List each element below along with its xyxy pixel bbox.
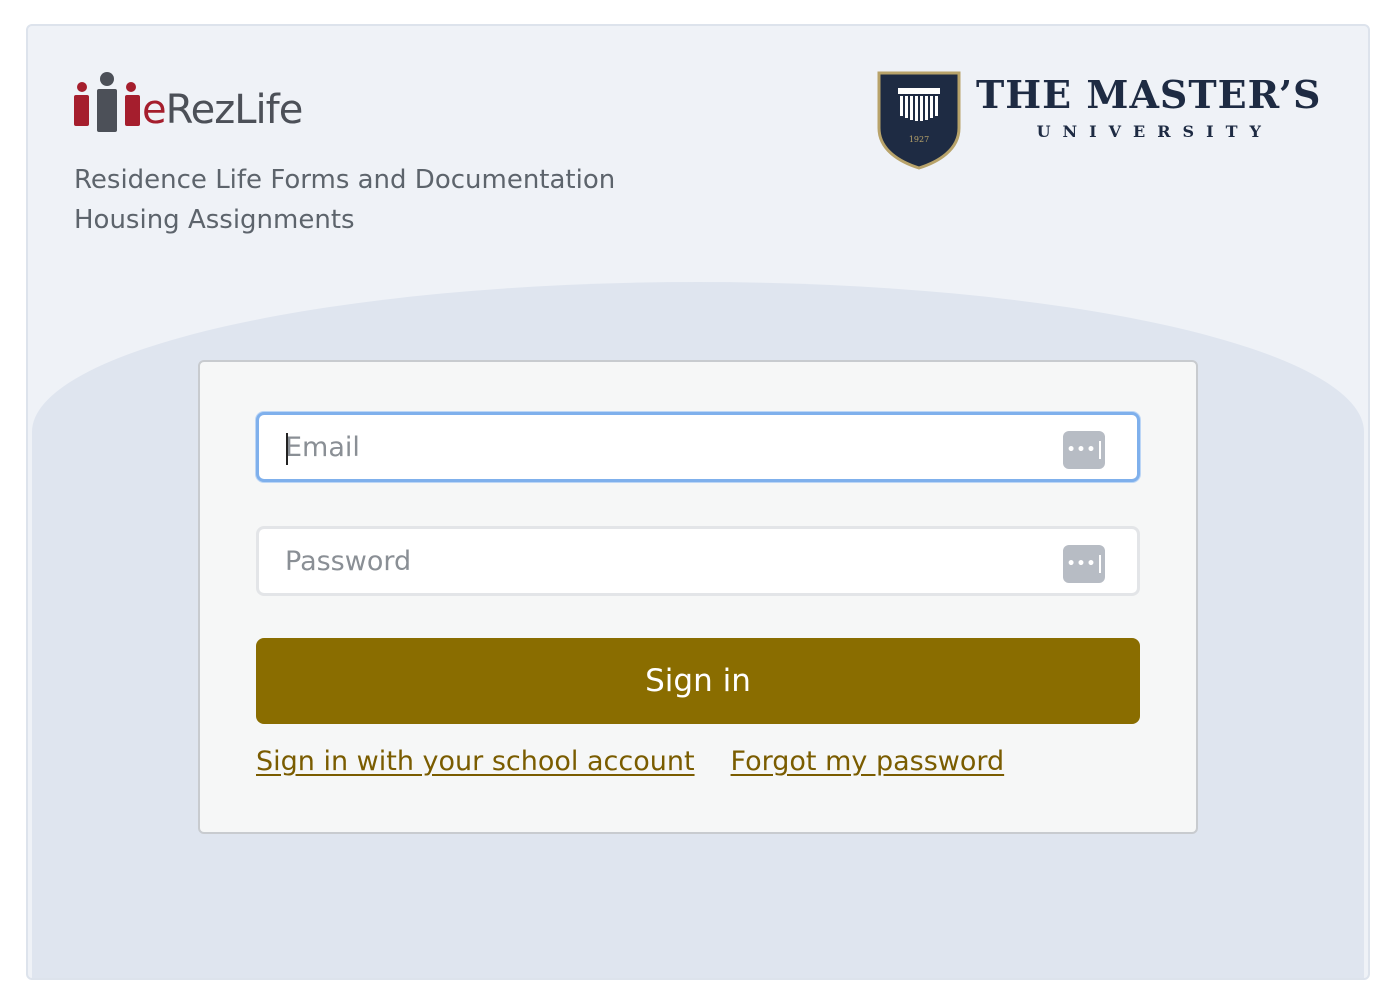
password-field-wrapper: ••• <box>256 526 1140 596</box>
login-card: ••• ••• Sign in Sign in with your school… <box>198 360 1198 834</box>
crest-year: 1927 <box>909 135 929 144</box>
brand-wordmark: eRezLife <box>142 87 304 133</box>
university-crest-icon: 1927 <box>877 71 961 170</box>
brand-wordmark-prefix: e <box>142 87 167 133</box>
sign-in-button[interactable]: Sign in <box>256 638 1140 724</box>
people-logo-icon <box>74 72 140 132</box>
forgot-password-link[interactable]: Forgot my password <box>731 746 1005 777</box>
password-input[interactable] <box>259 529 1137 593</box>
school-account-link[interactable]: Sign in with your school account <box>256 746 695 777</box>
university-logo: 1927 THE MASTER’S UNIVERSITY <box>876 70 1322 170</box>
login-links: Sign in with your school account Forgot … <box>256 746 1004 777</box>
tagline-line-2: Housing Assignments <box>74 205 355 235</box>
email-field-wrapper: ••• <box>256 412 1140 482</box>
brand-wordmark-rest: RezLife <box>165 87 304 133</box>
university-wordmark: THE MASTER’S UNIVERSITY <box>976 72 1322 142</box>
erezlife-logo: eRezLife <box>74 70 304 133</box>
tagline: Residence Life Forms and Documentation H… <box>74 160 615 240</box>
email-input[interactable] <box>259 415 1137 479</box>
university-name: THE MASTER’S <box>976 72 1322 117</box>
password-manager-icon[interactable]: ••• <box>1063 431 1105 469</box>
text-caret <box>286 433 288 465</box>
tagline-line-1: Residence Life Forms and Documentation <box>74 165 616 195</box>
university-subtitle: UNIVERSITY <box>1036 122 1273 141</box>
password-manager-icon[interactable]: ••• <box>1063 545 1105 583</box>
